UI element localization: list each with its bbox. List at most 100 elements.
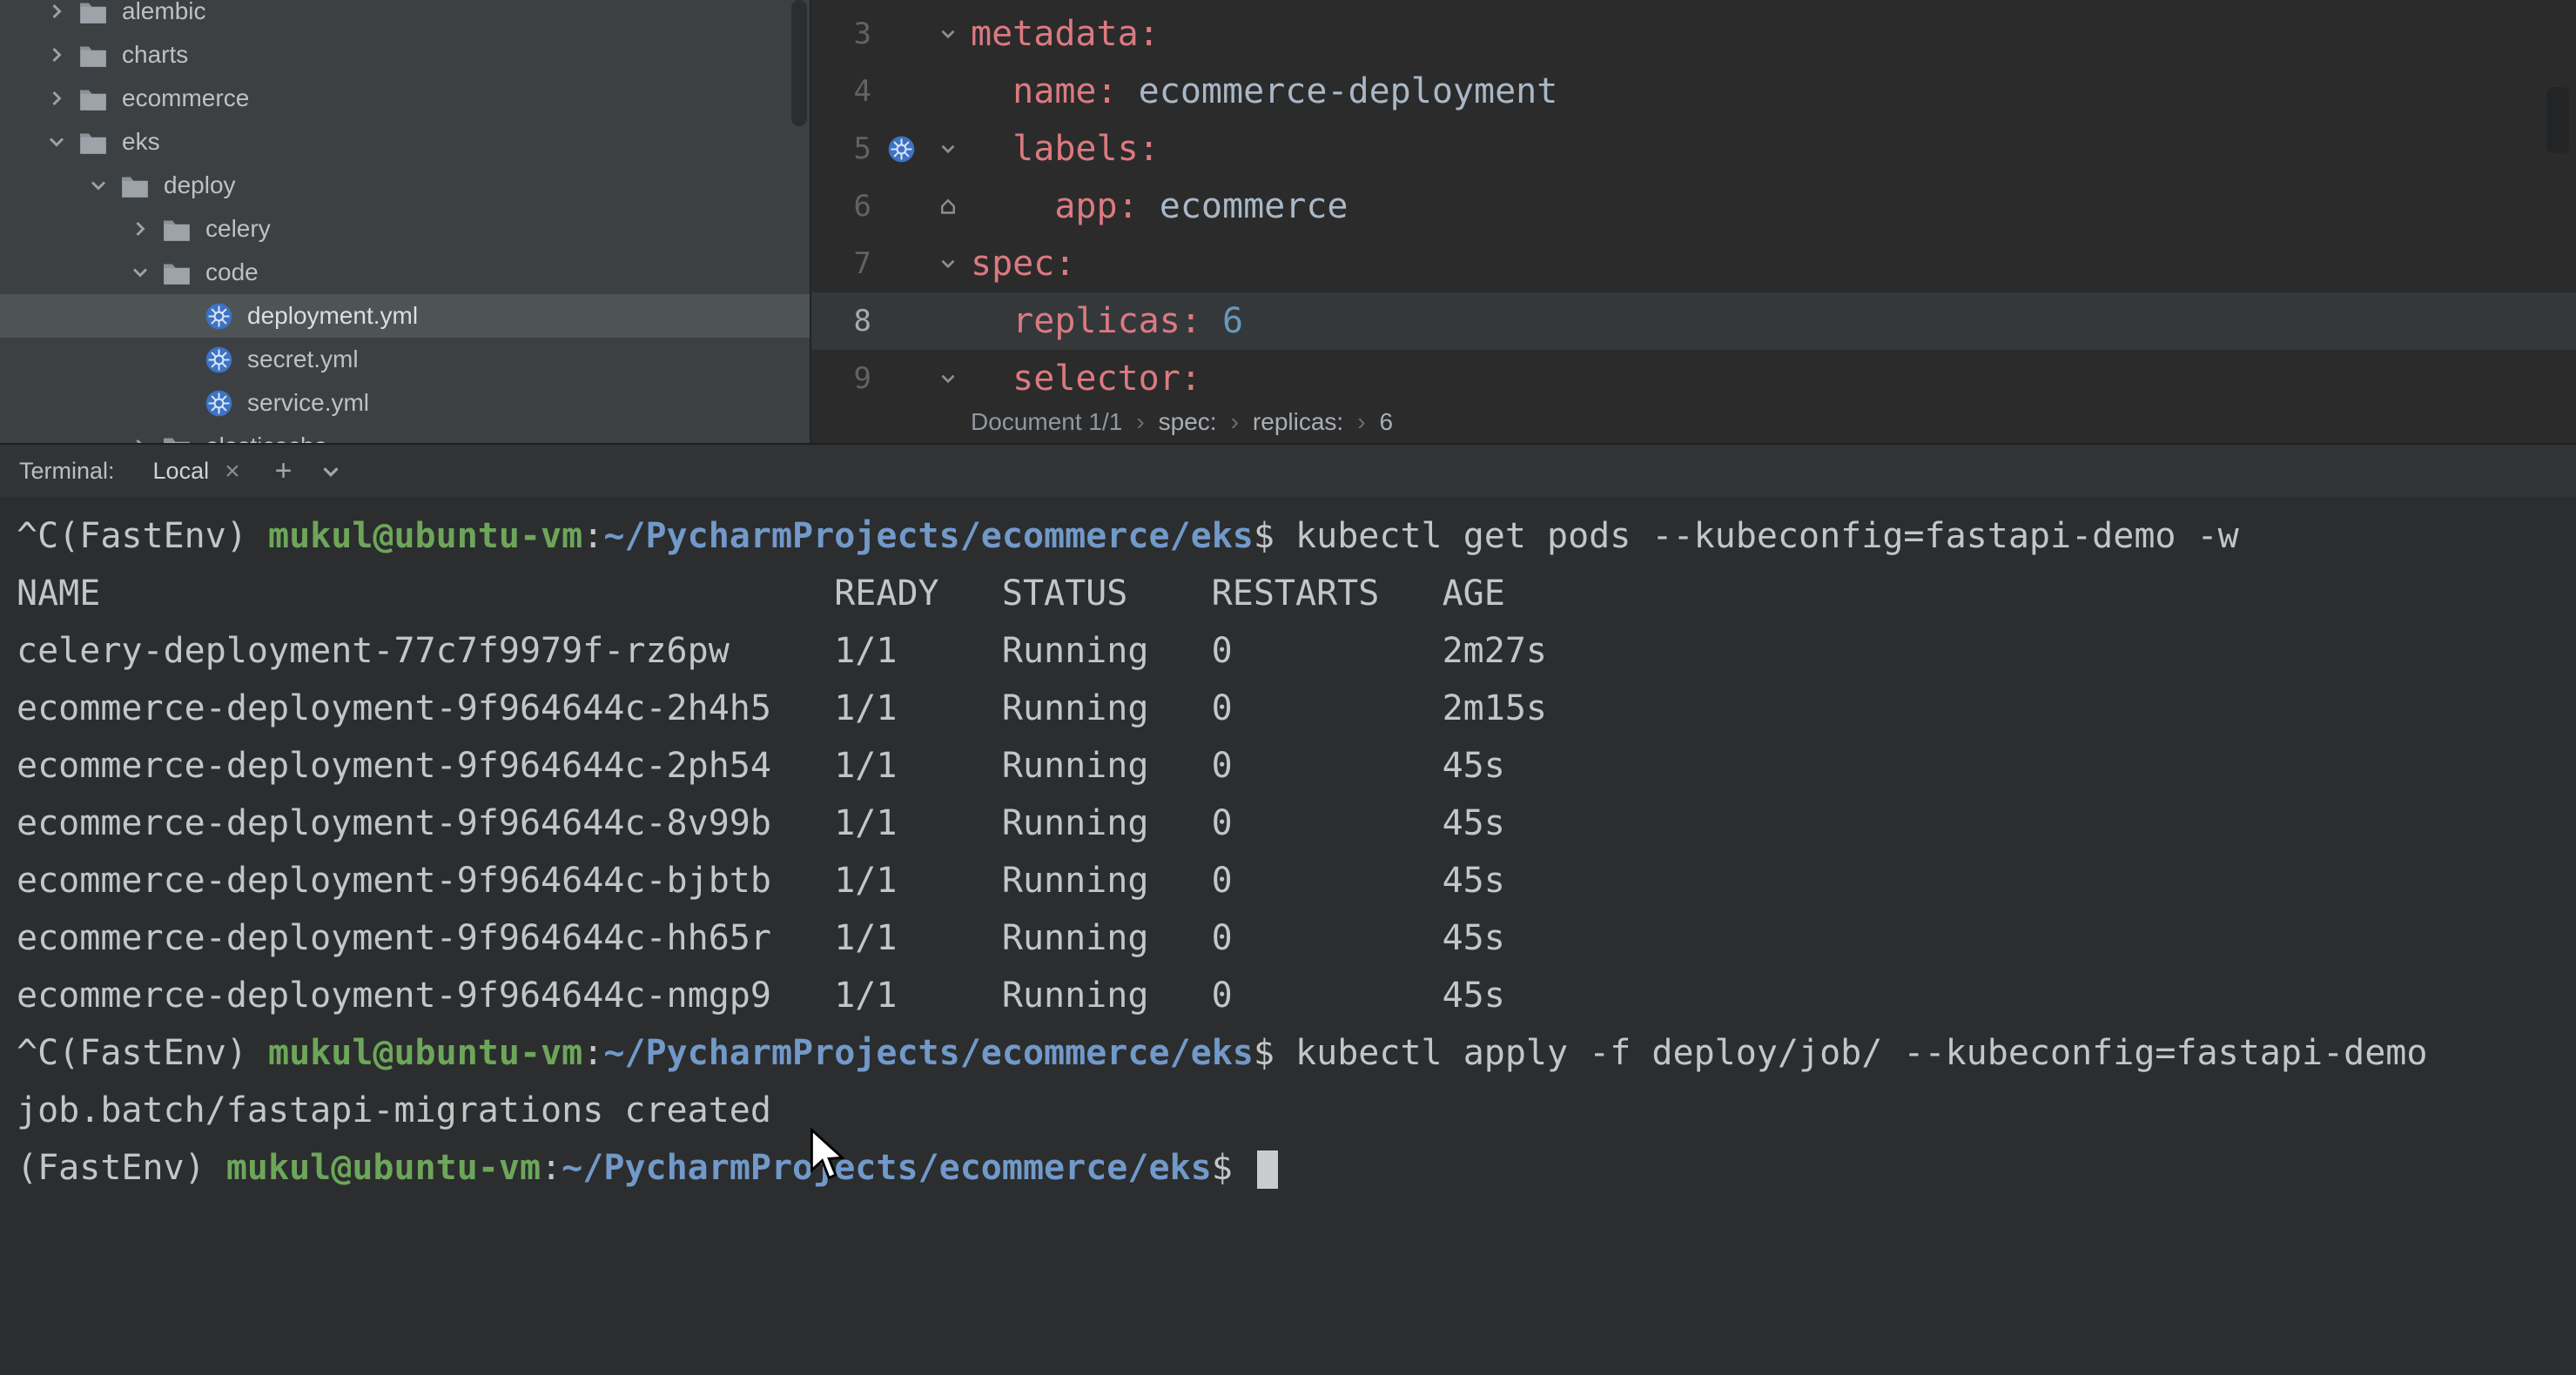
tree-item-code[interactable]: code [0,251,810,294]
tree-item-service-yml[interactable]: service.yml [0,381,810,425]
tree-item-alembic[interactable]: alembic [0,0,810,33]
mouse-cursor [808,1128,846,1186]
folder-icon [157,429,197,443]
tree-item-label: service.yml [247,389,369,417]
terminal-line-6: ecommerce-deployment-9f964644c-bjbtb 1/1… [17,852,2576,909]
chevron-right-icon[interactable] [124,430,157,443]
folder-icon [157,255,197,290]
line-number[interactable]: 7 [811,246,877,281]
editor-scrollbar[interactable] [2546,87,2569,153]
terminal-line-5: ecommerce-deployment-9f964644c-8v99b 1/1… [17,795,2576,852]
project-tree-panel[interactable]: alembic charts ecommerce eksdeploy celery cod… [0,0,811,443]
kubernetes-file-icon [198,342,239,377]
terminal-tab-local[interactable]: Local × [153,457,240,486]
editor-pane[interactable]: 3metadata:4 name: ecommerce-deployment5 … [811,0,2576,443]
editor-line-5: 5 labels: [811,120,2576,178]
folder-icon [73,124,113,159]
terminal-caret [1257,1150,1278,1189]
tree-item-celery[interactable]: celery [0,207,810,251]
tree-item-deploy[interactable]: deploy [0,164,810,207]
breadcrumb-item[interactable]: 6 [1380,408,1394,436]
terminal-line-9: ^C(FastEnv) mukul@ubuntu-vm:~/PycharmPro… [17,1024,2576,1082]
chevron-right-icon[interactable] [40,0,73,28]
tree-item-label: ecommerce [122,84,249,112]
terminal-panel: Terminal: Local × + ^C(FastEnv) mukul@ub… [0,443,2576,1375]
line-number[interactable]: 4 [811,74,877,109]
pycharm-window: alembic charts ecommerce eksdeploy celery cod… [0,0,2576,1375]
kubernetes-file-icon [198,298,239,333]
code-text[interactable]: selector: [971,359,1201,399]
line-number[interactable]: 9 [811,361,877,396]
breadcrumb-item[interactable]: Document 1/1 [971,408,1122,436]
code-text[interactable]: name: ecommerce-deployment [971,71,1557,111]
editor-line-4: 4 name: ecommerce-deployment [811,63,2576,120]
tree-item-elasticache[interactable]: elasticache [0,425,810,443]
line-number[interactable]: 8 [811,304,877,339]
tree-item-label: eks [122,128,160,156]
tree-item-charts[interactable]: charts [0,33,810,77]
new-terminal-button[interactable]: + [275,454,293,488]
editor-line-3: 3 metadata: [811,5,2576,63]
fold-open-icon[interactable] [925,23,971,45]
chevron-right-icon[interactable] [40,82,73,115]
fold-open-icon[interactable] [925,252,971,275]
chevron-down-icon[interactable] [40,125,73,158]
terminal-label: Terminal: [19,458,115,485]
terminal-toolbar: Terminal: Local × + [0,445,2576,499]
terminal-line-8: ecommerce-deployment-9f964644c-nmgp9 1/1… [17,967,2576,1024]
line-number[interactable]: 6 [811,189,877,224]
tree-item-deployment-yml[interactable]: deployment.yml [0,294,810,338]
code-text[interactable]: replicas: 6 [971,301,1243,341]
folder-icon [73,37,113,72]
code-text[interactable]: app: ecommerce [971,186,1348,226]
breadcrumb-separator: › [1357,408,1365,436]
terminal-line-10: job.batch/fastapi-migrations created [17,1082,2576,1139]
terminal-line-3: ecommerce-deployment-9f964644c-2h4h5 1/1… [17,680,2576,737]
code-text[interactable]: spec: [971,244,1075,284]
chevron-down-icon[interactable] [124,256,157,289]
terminal-line-11: (FastEnv) mukul@ubuntu-vm:~/PycharmProje… [17,1139,2576,1197]
tree-item-eks[interactable]: eks [0,120,810,164]
line-number[interactable]: 3 [811,17,877,51]
line-number[interactable]: 5 [811,131,877,166]
project-tree-scrollbar[interactable] [791,0,807,126]
chevron-spacer [165,386,198,419]
breadcrumb-separator: › [1231,408,1239,436]
fold-end-icon[interactable] [925,196,971,217]
tree-item-label: secret.yml [247,345,359,373]
tree-item-secret-yml[interactable]: secret.yml [0,338,810,381]
code-text[interactable]: metadata: [971,14,1160,54]
chevron-right-icon[interactable] [124,212,157,245]
breadcrumb-item[interactable]: replicas: [1253,408,1343,436]
chevron-down-icon[interactable] [82,169,115,202]
tree-item-label: celery [205,215,271,243]
breadcrumb-item[interactable]: spec: [1159,408,1217,436]
fold-open-icon[interactable] [925,138,971,160]
terminal-output[interactable]: ^C(FastEnv) mukul@ubuntu-vm:~/PycharmPro… [0,499,2576,1197]
tree-item-label: alembic [122,0,205,25]
editor-line-7: 7 spec: [811,235,2576,292]
fold-open-icon[interactable] [925,367,971,390]
tree-item-label: deployment.yml [247,302,418,330]
project-tree-list: alembic charts ecommerce eksdeploy celery cod… [0,0,810,443]
tree-item-label: code [205,258,259,286]
kubernetes-file-icon [198,386,239,420]
kubernetes-gutter-icon[interactable] [877,135,925,164]
tree-item-ecommerce[interactable]: ecommerce [0,77,810,120]
terminal-tab-label: Local [153,458,210,485]
terminal-line-0: ^C(FastEnv) mukul@ubuntu-vm:~/PycharmPro… [17,507,2576,565]
editor-line-9: 9 selector: [811,350,2576,407]
terminal-line-4: ecommerce-deployment-9f964644c-2ph54 1/1… [17,737,2576,795]
chevron-spacer [165,299,198,332]
close-tab-icon[interactable]: × [225,457,240,486]
tree-item-label: elasticache [205,433,327,443]
code-text[interactable]: labels: [971,129,1160,169]
tree-item-label: deploy [164,171,236,199]
chevron-down-icon[interactable] [318,459,344,485]
folder-icon [73,0,113,29]
terminal-line-2: celery-deployment-77c7f9979f-rz6pw 1/1 R… [17,622,2576,680]
terminal-line-7: ecommerce-deployment-9f964644c-hh65r 1/1… [17,909,2576,967]
chevron-right-icon[interactable] [40,38,73,71]
folder-icon [115,168,155,203]
chevron-spacer [165,343,198,376]
